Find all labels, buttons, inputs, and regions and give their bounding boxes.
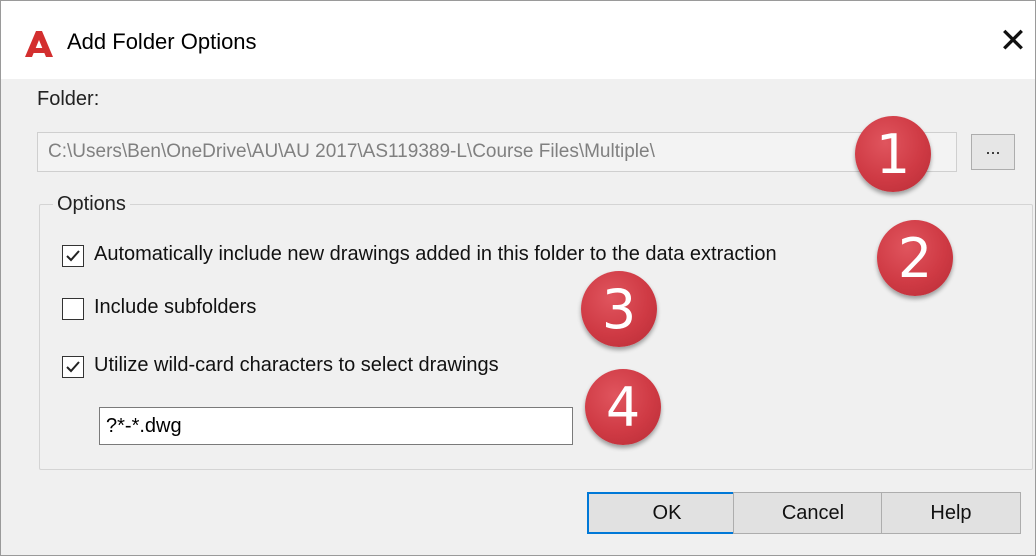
auto-include-checkbox[interactable]: [62, 245, 84, 267]
folder-path-field[interactable]: C:\Users\Ben\OneDrive\AU\AU 2017\AS11938…: [37, 132, 957, 172]
cancel-button[interactable]: Cancel: [733, 492, 893, 534]
auto-include-label[interactable]: Automatically include new drawings added…: [94, 243, 777, 266]
folder-label: Folder:: [37, 88, 100, 110]
window-title: Add Folder Options: [67, 29, 257, 54]
include-subfolders-label[interactable]: Include subfolders: [94, 296, 256, 319]
wildcard-checkbox[interactable]: [62, 356, 84, 378]
callout-badge-1: 1: [855, 116, 931, 192]
autocad-a-icon: [25, 31, 53, 57]
callout-badge-2: 2: [877, 220, 953, 296]
close-icon: ✕: [998, 22, 1028, 60]
wildcard-label[interactable]: Utilize wild-card characters to select d…: [94, 354, 499, 377]
options-legend: Options: [53, 193, 130, 216]
checkmark-icon: [66, 250, 80, 262]
callout-badge-4: 4: [585, 369, 661, 445]
close-button[interactable]: ✕: [993, 21, 1033, 61]
help-button[interactable]: Help: [881, 492, 1021, 534]
title-bar: Add Folder Options ✕: [1, 1, 1035, 79]
include-subfolders-checkbox[interactable]: [62, 298, 84, 320]
checkmark-icon: [66, 361, 80, 373]
callout-badge-3: 3: [581, 271, 657, 347]
wildcard-pattern-input[interactable]: ?*-*.dwg: [99, 407, 573, 445]
add-folder-options-dialog: Add Folder Options ✕ Folder: C:\Users\Be…: [0, 0, 1036, 556]
browse-button[interactable]: ...: [971, 134, 1015, 170]
ok-button[interactable]: OK: [587, 492, 747, 534]
